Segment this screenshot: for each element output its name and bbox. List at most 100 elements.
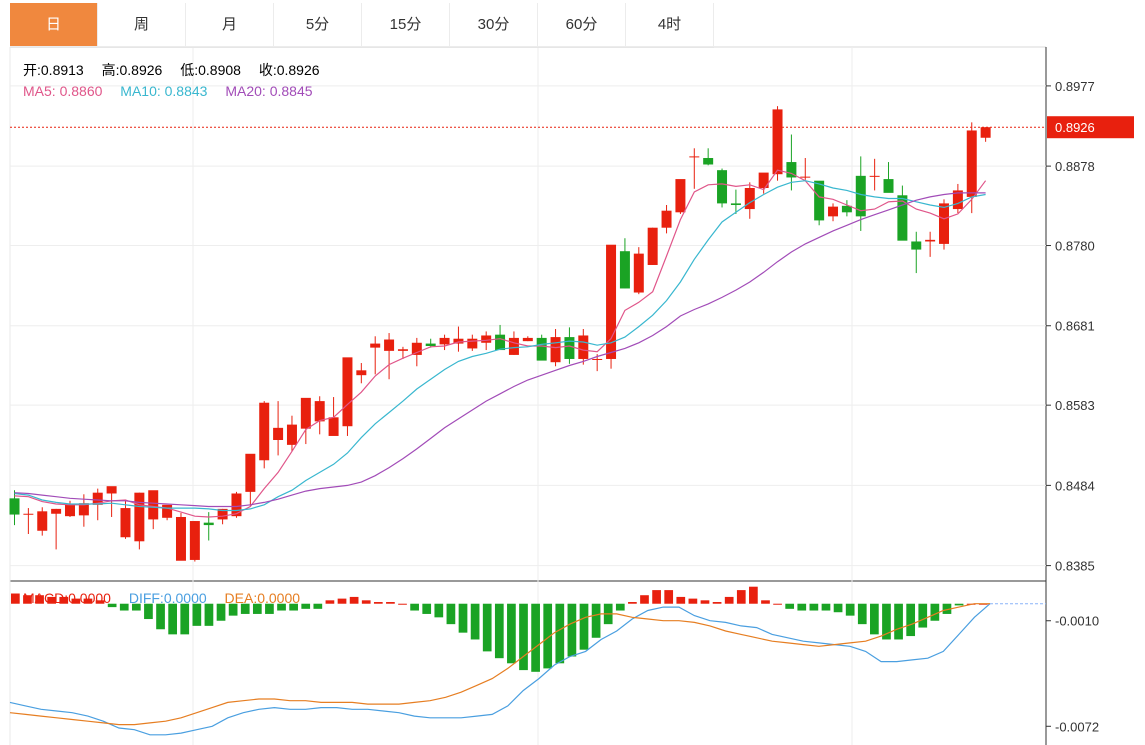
- candle-body: [564, 337, 575, 359]
- candle-body: [231, 493, 242, 517]
- candle-body: [64, 504, 75, 517]
- macd-histogram-bar: [615, 603, 625, 611]
- macd-histogram-bar: [833, 603, 843, 613]
- ohlc-readout: 开:0.8913 高:0.8926 低:0.8908 收:0.8926: [23, 60, 334, 80]
- last-price-label: 0.8926: [1055, 120, 1095, 135]
- macd-histogram-bar: [410, 603, 419, 611]
- tab-15min[interactable]: 15分: [362, 3, 450, 46]
- candle-body: [897, 195, 908, 241]
- candle-body: [356, 370, 367, 376]
- price-tick-label: 0.8385: [1055, 559, 1095, 574]
- tab-5min[interactable]: 5分: [274, 3, 362, 46]
- macd-tick-label: -0.0010: [1055, 614, 1099, 629]
- macd-histogram-bar: [386, 602, 395, 604]
- macd-histogram-bar: [567, 603, 577, 657]
- candle-body: [911, 241, 922, 250]
- macd-histogram-bar: [676, 596, 686, 604]
- candle-body: [703, 158, 714, 165]
- candle-body: [592, 358, 603, 360]
- macd-histogram-bar: [857, 603, 867, 625]
- candle-body: [508, 337, 519, 355]
- macd-histogram-bar: [785, 603, 795, 609]
- macd-histogram-bar: [628, 602, 637, 604]
- macd-histogram-bar: [736, 590, 746, 604]
- candle-body: [51, 508, 62, 514]
- macd-histogram-bar: [664, 590, 674, 604]
- macd-panel: -0.0010 -0.0072: [9, 586, 1099, 736]
- candle-body: [730, 203, 741, 206]
- candle-body: [384, 339, 395, 351]
- macd-histogram-bar: [325, 600, 335, 604]
- chart-grid: [9, 46, 1047, 745]
- candle-body: [189, 521, 200, 560]
- candle-body: [467, 338, 478, 349]
- candle-body: [800, 176, 811, 178]
- tab-week[interactable]: 周: [98, 3, 186, 46]
- macd-histogram-bar: [894, 603, 903, 640]
- low-value: 低:0.8908: [180, 62, 241, 78]
- macd-histogram-bar: [398, 603, 407, 605]
- candle-body: [23, 513, 34, 515]
- candle-body: [425, 343, 436, 347]
- candle-body: [273, 427, 284, 441]
- diff-value: DIFF:0.0000: [128, 590, 207, 606]
- macd-histogram-bar: [761, 600, 770, 604]
- macd-histogram-bar: [349, 596, 359, 604]
- tab-60min[interactable]: 60分: [538, 3, 626, 46]
- candle-series: [9, 106, 991, 562]
- macd-histogram-bar: [180, 603, 190, 635]
- macd-histogram-bar: [204, 603, 214, 626]
- candle-body: [245, 453, 256, 492]
- candlestick-chart[interactable]: 0.8977 0.8878 0.8780 0.8681 0.8583 0.8484 0.83…: [0, 0, 1145, 745]
- tab-month[interactable]: 月: [186, 3, 274, 46]
- ma-readout: MA5: 0.8860 MA10: 0.8843 MA20: 0.8845: [23, 83, 327, 99]
- candle-body: [342, 357, 353, 427]
- ma5-value: MA5: 0.8860: [23, 83, 103, 99]
- macd-histogram-bar: [845, 603, 855, 616]
- price-tick-label: 0.8681: [1055, 319, 1095, 334]
- candle-body: [661, 210, 672, 228]
- candle-body: [9, 498, 20, 515]
- candle-body: [939, 203, 950, 244]
- macd-histogram-bar: [640, 595, 649, 604]
- macd-histogram-bar: [555, 603, 565, 664]
- candle-body: [203, 522, 214, 526]
- candle-body: [744, 187, 755, 210]
- candle-body: [481, 335, 492, 343]
- macd-histogram-bar: [373, 602, 383, 604]
- macd-histogram-bar: [531, 603, 540, 672]
- macd-histogram-bar: [519, 603, 528, 671]
- macd-histogram-bar: [821, 603, 831, 611]
- candle-body: [314, 401, 325, 422]
- candle-body: [175, 516, 186, 561]
- tab-30min[interactable]: 30分: [450, 3, 538, 46]
- candle-body: [106, 486, 117, 494]
- close-value: 收:0.8926: [258, 62, 320, 78]
- macd-histogram-bar: [712, 602, 722, 604]
- candle-body: [148, 490, 159, 520]
- macd-histogram-bar: [313, 603, 323, 609]
- open-value: 开:0.8913: [23, 62, 84, 78]
- macd-tick-label: -0.0072: [1055, 719, 1099, 734]
- tab-day[interactable]: 日: [10, 3, 98, 46]
- ma20-value: MA20: 0.8845: [225, 83, 313, 99]
- candle-body: [370, 343, 381, 348]
- candle-body: [300, 397, 311, 429]
- price-tick-label: 0.8583: [1055, 398, 1095, 413]
- candle-body: [689, 156, 700, 158]
- macd-histogram-bar: [652, 590, 661, 604]
- macd-histogram-bar: [918, 603, 928, 628]
- macd-histogram-bar: [954, 603, 964, 606]
- price-tick-label: 0.8977: [1055, 79, 1095, 94]
- candle-body: [883, 179, 894, 193]
- candle-body: [120, 508, 131, 538]
- candle-body: [966, 130, 977, 197]
- candle-body: [522, 337, 533, 342]
- tab-4hour[interactable]: 4时: [626, 3, 714, 46]
- price-tick-label: 0.8484: [1055, 478, 1095, 493]
- candle-body: [397, 349, 408, 351]
- candle-body: [162, 504, 173, 518]
- macd-histogram-bar: [494, 603, 504, 659]
- candle-body: [633, 253, 644, 293]
- macd-histogram-bar: [688, 598, 698, 604]
